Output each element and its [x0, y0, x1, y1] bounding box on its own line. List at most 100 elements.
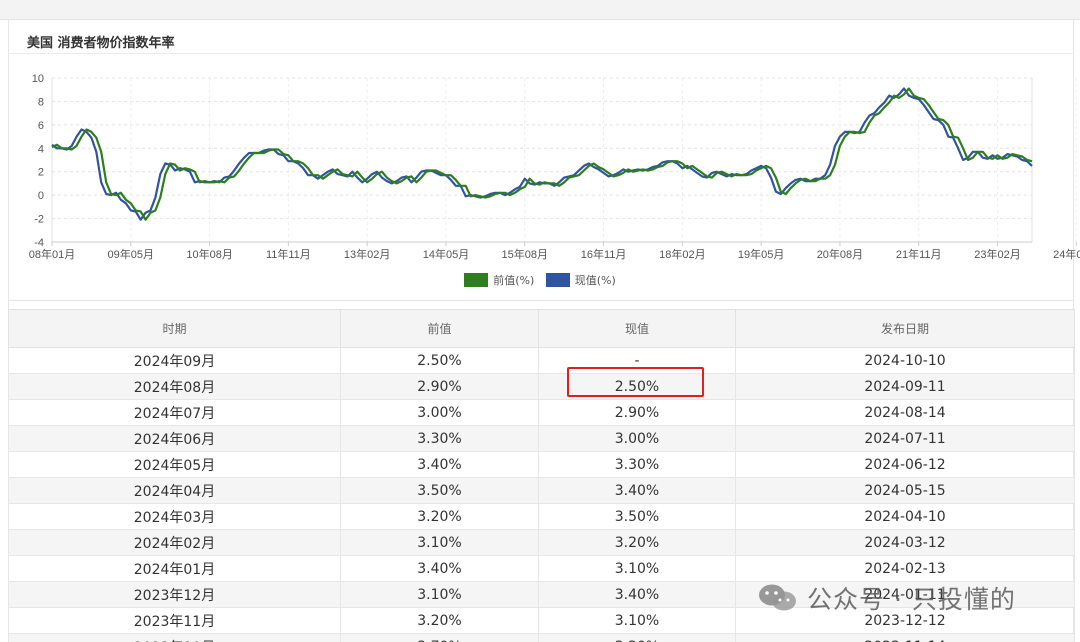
cell-previous: 3.20%	[340, 607, 539, 634]
x-tick-label: 09年05月	[108, 247, 154, 261]
cell-previous: 3.10%	[340, 581, 539, 608]
cell-period: 2024年08月	[8, 373, 341, 400]
watermark: 公众号 · 只投懂的	[757, 580, 1016, 616]
cell-period: 2023年12月	[8, 581, 341, 608]
table-row: 2024年03月 3.20% 3.50% 2024-04-10	[8, 503, 1075, 530]
watermark-text: 公众号 · 只投懂的	[807, 585, 1016, 614]
cell-period: 2024年05月	[8, 451, 341, 478]
cell-actual: 3.40%	[538, 581, 736, 608]
x-tick-label: 10年08月	[186, 247, 232, 261]
cpi-line-chart: -4 -2 0 2 4 6 8 10 08年01月 09年05月 10年08月 11年11月 13年02…	[29, 73, 1080, 261]
y-tick-label: -4	[34, 237, 44, 249]
table-row: 2024年05月 3.40% 3.30% 2024-06-12	[8, 451, 1075, 478]
cell-release-date: 2023-11-14	[735, 633, 1075, 642]
x-tick-label: 14年05月	[423, 247, 469, 261]
table-row: 2024年09月 2.50% -2024-10-10	[8, 347, 1075, 374]
header-actual: 现值	[538, 309, 736, 348]
cell-period: 2024年02月	[8, 529, 341, 556]
y-axis: -4 -2 0 2 4 6 8 10	[32, 73, 44, 249]
cell-release-date: 2024-07-11	[735, 425, 1075, 452]
cell-period: 2023年10月	[8, 633, 341, 642]
table-header-row: 时期 前值 现值 发布日期	[8, 309, 1075, 348]
cell-period: 2023年11月	[8, 607, 341, 634]
x-axis: 08年01月 09年05月 10年08月 11年11月 13年02月 14年05月 15年0…	[29, 241, 1080, 261]
cell-release-date: 2024-08-14	[735, 399, 1075, 426]
y-tick-label: 2	[38, 167, 44, 179]
x-tick-label: 08年01月	[29, 247, 75, 261]
cell-previous: 2.90%	[340, 373, 539, 400]
x-tick-label: 18年02月	[659, 247, 705, 261]
table-row: 2024年06月 3.30% 3.00% 2024-07-11	[8, 425, 1075, 452]
cell-previous: 3.20%	[340, 503, 539, 530]
x-tick-label: 20年08月	[817, 247, 863, 261]
cell-release-date: 2024-05-15	[735, 477, 1075, 504]
cell-previous: 3.50%	[340, 477, 539, 504]
cell-release-date: 2024-04-10	[735, 503, 1075, 530]
cell-actual: 3.30%	[538, 451, 736, 478]
cell-period: 2024年01月	[8, 555, 341, 582]
series-line-actual	[51, 87, 1033, 221]
cell-release-date: 2024-10-10	[735, 347, 1075, 374]
cell-previous: 3.70%	[340, 633, 539, 642]
cell-actual: 3.10%	[538, 555, 736, 582]
legend-label-previous: 前值(%)	[493, 274, 535, 287]
x-tick-label: 16年11月	[581, 247, 627, 261]
cell-actual: 2.90%	[538, 399, 736, 426]
legend-item-actual[interactable]: 现值(%)	[545, 272, 616, 288]
chart-legend: 前值(%) 现值(%)	[0, 272, 1080, 290]
wechat-icon	[759, 584, 796, 611]
header-release-date: 发布日期	[735, 309, 1075, 348]
top-strip	[0, 0, 1080, 20]
highlight-annotation-box	[567, 367, 704, 397]
table-row: 2024年01月 3.40% 3.10% 2024-02-13	[8, 555, 1075, 582]
cell-release-date: 2024-09-11	[735, 373, 1075, 400]
cell-actual: 3.20%	[538, 633, 736, 642]
header-period: 时期	[8, 309, 341, 348]
cell-previous: 2.50%	[340, 347, 539, 374]
x-tick-label: 24年05月	[1053, 247, 1080, 261]
cell-release-date: 2024-06-12	[735, 451, 1075, 478]
cell-actual: 3.10%	[538, 607, 736, 634]
cell-previous: 3.10%	[340, 529, 539, 556]
y-tick-label: 4	[38, 143, 44, 155]
legend-label-actual: 现值(%)	[574, 274, 616, 287]
cell-actual: 3.50%	[538, 503, 736, 530]
cell-previous: 3.30%	[340, 425, 539, 452]
table-row: 2023年10月3.70%3.20%2023-11-14	[8, 633, 1075, 642]
x-tick-label: 15年08月	[502, 247, 548, 261]
x-tick-label: 19年05月	[738, 247, 784, 261]
cell-period: 2024年09月	[8, 347, 341, 374]
legend-item-previous[interactable]: 前值(%)	[464, 272, 534, 288]
cell-period: 2024年03月	[8, 503, 341, 530]
cell-actual: 3.40%	[538, 477, 736, 504]
legend-swatch-actual	[545, 273, 570, 287]
cell-actual: 3.20%	[538, 529, 736, 556]
cell-period: 2024年06月	[8, 425, 341, 452]
cell-release-date: 2024-02-13	[735, 555, 1075, 582]
cell-previous: 3.40%	[340, 451, 539, 478]
x-tick-label: 11年11月	[266, 247, 311, 261]
y-tick-label: -2	[34, 214, 44, 226]
cell-actual: 3.00%	[538, 425, 736, 452]
table-row: 2024年04月 3.50% 3.40% 2024-05-15	[8, 477, 1075, 504]
table-row: 2024年07月 3.00% 2.90% 2024-08-14	[8, 399, 1075, 426]
legend-swatch-previous	[464, 273, 489, 287]
y-tick-label: 8	[38, 96, 44, 108]
cell-previous: 3.40%	[340, 555, 539, 582]
table-row: 2024年08月 2.90% 2.50% 2024-09-11	[8, 373, 1075, 400]
series-line-previous	[51, 87, 1033, 221]
y-tick-label: 6	[38, 120, 44, 132]
cell-release-date: 2024-03-12	[735, 529, 1075, 556]
x-tick-label: 23年02月	[974, 247, 1020, 261]
y-tick-label: 10	[32, 73, 44, 85]
cell-period: 2024年07月	[8, 399, 341, 426]
cell-previous: 3.00%	[340, 399, 539, 426]
cell-period: 2024年04月	[8, 477, 341, 504]
header-previous: 前值	[340, 309, 539, 348]
title-divider	[8, 53, 1074, 54]
table-row: 2024年02月 3.10% 3.20% 2024-03-12	[8, 529, 1075, 556]
chart-bottom-divider	[8, 300, 1074, 301]
x-tick-label: 13年02月	[344, 247, 390, 261]
y-tick-label: 0	[38, 190, 44, 202]
x-tick-label: 21年11月	[896, 247, 942, 261]
